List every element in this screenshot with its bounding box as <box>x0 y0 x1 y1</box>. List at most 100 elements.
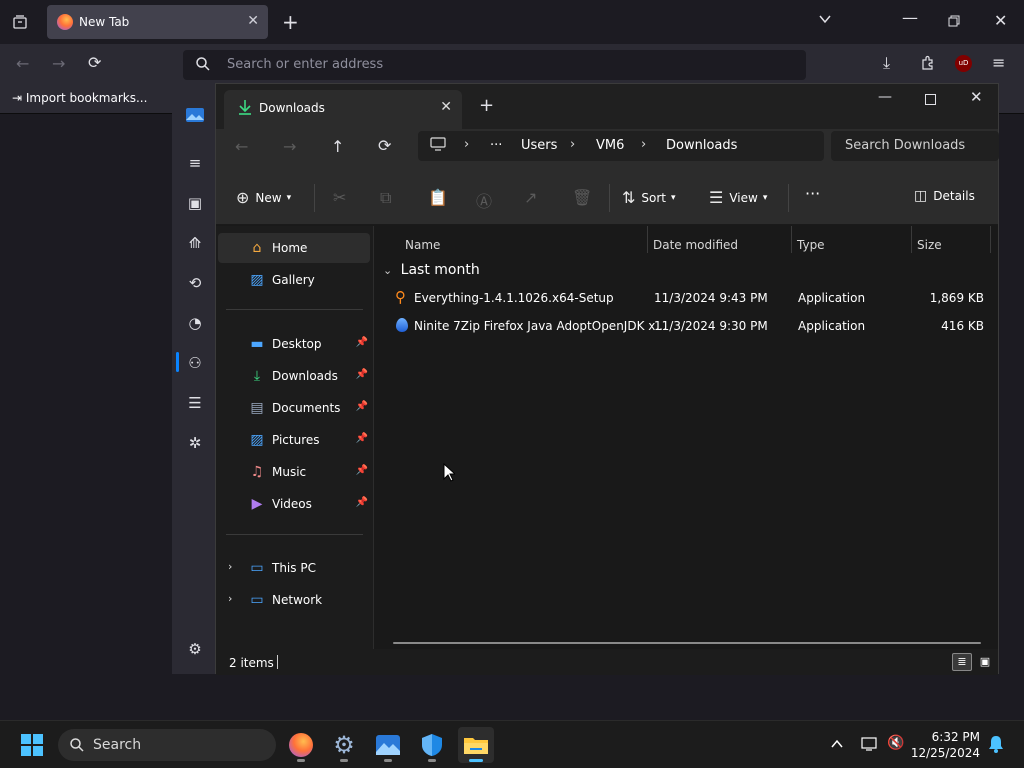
address-bar[interactable]: Search or enter address <box>183 50 806 80</box>
extensions-puzzle-icon[interactable] <box>920 55 936 74</box>
breadcrumb-users[interactable]: Users <box>521 138 557 153</box>
paste-icon[interactable]: 📋 <box>428 188 448 207</box>
system-clock[interactable]: 6:32 PM 12/25/2024 <box>911 729 980 761</box>
see-more-button[interactable]: ··· <box>805 184 820 203</box>
nav-item-gallery[interactable]: ▨ Gallery <box>218 265 370 295</box>
tiles-view-button[interactable]: ▣ <box>975 653 995 671</box>
close-window-icon[interactable]: ✕ <box>994 13 1007 29</box>
restore-icon[interactable] <box>948 14 960 30</box>
browser-tab-new-tab[interactable]: New Tab ✕ <box>47 5 268 39</box>
taskbar-search-box[interactable]: Search <box>58 729 276 761</box>
back-arrow-icon[interactable]: ← <box>16 56 29 72</box>
taskbar-app-firefox[interactable] <box>283 727 319 763</box>
taskbar-app-photos[interactable] <box>370 727 406 763</box>
horizontal-scrollbar[interactable] <box>393 642 981 644</box>
column-header-date-modified[interactable]: Date modified <box>653 238 738 252</box>
import-bookmarks-button[interactable]: ⇥ Import bookmarks... <box>12 91 147 105</box>
nav-item-videos[interactable]: ▶ Videos 📌 <box>218 489 370 519</box>
close-window-icon[interactable]: ✕ <box>970 90 983 105</box>
nav-item-pictures[interactable]: ▨ Pictures 📌 <box>218 425 370 455</box>
downloads-arrow-icon[interactable]: ⤓ <box>883 55 890 71</box>
sidebar-extensions-icon[interactable]: ✲ <box>186 434 204 452</box>
minimize-icon[interactable]: — <box>878 90 892 104</box>
file-type: Application <box>798 319 866 333</box>
column-divider[interactable] <box>791 226 792 253</box>
table-row[interactable]: Ninite 7Zip Firefox Java AdoptOpenJDK x.… <box>375 312 998 340</box>
this-pc-monitor-icon[interactable] <box>430 137 446 155</box>
delete-icon[interactable]: 🗑 <box>572 188 592 207</box>
column-divider[interactable] <box>647 226 648 253</box>
share-icon[interactable]: ↗ <box>524 188 537 207</box>
chevron-right-icon[interactable]: › <box>228 592 232 605</box>
details-view-button[interactable]: ≣ <box>952 653 972 671</box>
nav-item-downloads[interactable]: ⤓ Downloads 📌 <box>218 361 370 391</box>
nav-item-home[interactable]: ⌂ Home <box>218 233 370 263</box>
hamburger-menu-icon[interactable]: ≡ <box>992 55 1005 71</box>
chevron-right-icon[interactable]: › <box>228 560 232 573</box>
sidebar-users-icon[interactable]: ⚇ <box>186 354 204 372</box>
taskbar-app-file-explorer[interactable] <box>458 727 494 763</box>
close-tab-icon[interactable]: ✕ <box>440 99 452 115</box>
cut-icon[interactable]: ✂ <box>333 188 346 207</box>
file-list: Name Date modified Type Size ⌄ Last mont… <box>375 226 998 649</box>
nav-label: Gallery <box>272 273 315 287</box>
chevron-down-icon: ▾ <box>671 192 676 203</box>
nav-item-documents[interactable]: ▤ Documents 📌 <box>218 393 370 423</box>
sidebar-history-icon[interactable]: ⟲ <box>186 274 204 292</box>
forward-arrow-icon[interactable]: → <box>52 56 65 72</box>
new-tab-plus-icon[interactable]: + <box>282 12 299 32</box>
back-arrow-icon[interactable]: ← <box>235 139 248 155</box>
tab-list-icon[interactable] <box>12 14 28 33</box>
breadcrumb-vm6[interactable]: VM6 <box>596 138 624 153</box>
column-divider[interactable] <box>911 226 912 253</box>
volume-muted-icon[interactable]: 🔇 <box>887 735 904 751</box>
search-icon <box>195 56 211 75</box>
column-header-size[interactable]: Size <box>917 238 942 252</box>
explorer-tab-downloads[interactable]: Downloads ✕ <box>224 90 462 129</box>
search-downloads-input[interactable]: Search Downloads <box>831 131 999 161</box>
network-status-icon[interactable] <box>861 736 877 755</box>
ublock-origin-icon[interactable]: uD <box>955 55 972 72</box>
photos-app-icon[interactable] <box>186 108 204 126</box>
up-arrow-icon[interactable]: ↑ <box>331 139 344 155</box>
copy-icon[interactable]: ⧉ <box>380 188 391 208</box>
close-tab-icon[interactable]: ✕ <box>247 13 259 29</box>
column-header-type[interactable]: Type <box>797 238 825 252</box>
details-pane-button[interactable]: ◫ Details <box>914 188 975 204</box>
reload-icon[interactable]: ⟳ <box>88 55 101 71</box>
nav-item-desktop[interactable]: ▬ Desktop 📌 <box>218 329 370 359</box>
new-tab-plus-icon[interactable]: + <box>479 97 494 115</box>
sidebar-pages-icon[interactable]: ▣ <box>186 194 204 212</box>
sidebar-activity-icon[interactable]: ⟰ <box>186 234 204 252</box>
sidebar-performance-icon[interactable]: ◔ <box>186 314 204 332</box>
refresh-icon[interactable]: ⟳ <box>378 138 391 154</box>
nav-item-network[interactable]: › ▭ Network <box>218 585 370 615</box>
nav-item-music[interactable]: ♫ Music 📌 <box>218 457 370 487</box>
taskbar-app-settings[interactable]: ⚙ <box>326 727 362 763</box>
maximize-icon[interactable] <box>925 92 936 108</box>
sidebar-settings-gear-icon[interactable]: ⚙ <box>186 640 204 658</box>
group-header-last-month[interactable]: ⌄ Last month <box>383 262 480 278</box>
more-dots-icon[interactable]: ··· <box>490 138 502 153</box>
breadcrumb-downloads[interactable]: Downloads <box>666 138 737 153</box>
list-all-tabs-chevron-icon[interactable] <box>818 12 832 29</box>
column-header-name[interactable]: Name <box>405 238 440 252</box>
windows-start-icon[interactable] <box>21 734 43 759</box>
forward-arrow-icon[interactable]: → <box>283 139 296 155</box>
home-icon: ⌂ <box>252 240 262 256</box>
table-row[interactable]: ⚲ Everything-1.4.1.1026.x64-Setup 11/3/2… <box>375 284 998 312</box>
rename-icon[interactable]: Ⓐ <box>476 188 492 212</box>
show-hidden-icons-chevron-icon[interactable] <box>830 737 844 754</box>
sidebar-menu-icon[interactable]: ≡ <box>186 154 204 172</box>
breadcrumb[interactable]: › ··· Users › VM6 › Downloads <box>418 131 824 161</box>
nav-item-this-pc[interactable]: › ▭ This PC <box>218 553 370 583</box>
notification-bell-icon[interactable] <box>988 735 1004 756</box>
column-divider[interactable] <box>990 226 991 253</box>
taskbar-app-security[interactable] <box>414 727 450 763</box>
new-button[interactable]: ⊕ New ▾ <box>236 188 291 207</box>
minimize-icon[interactable]: — <box>902 10 918 26</box>
view-button[interactable]: ☰ View ▾ <box>709 188 767 207</box>
sidebar-list-icon[interactable]: ☰ <box>186 394 204 412</box>
sort-button[interactable]: ⇅ Sort ▾ <box>622 188 676 207</box>
status-bar: 2 items ≣ ▣ <box>216 649 998 675</box>
